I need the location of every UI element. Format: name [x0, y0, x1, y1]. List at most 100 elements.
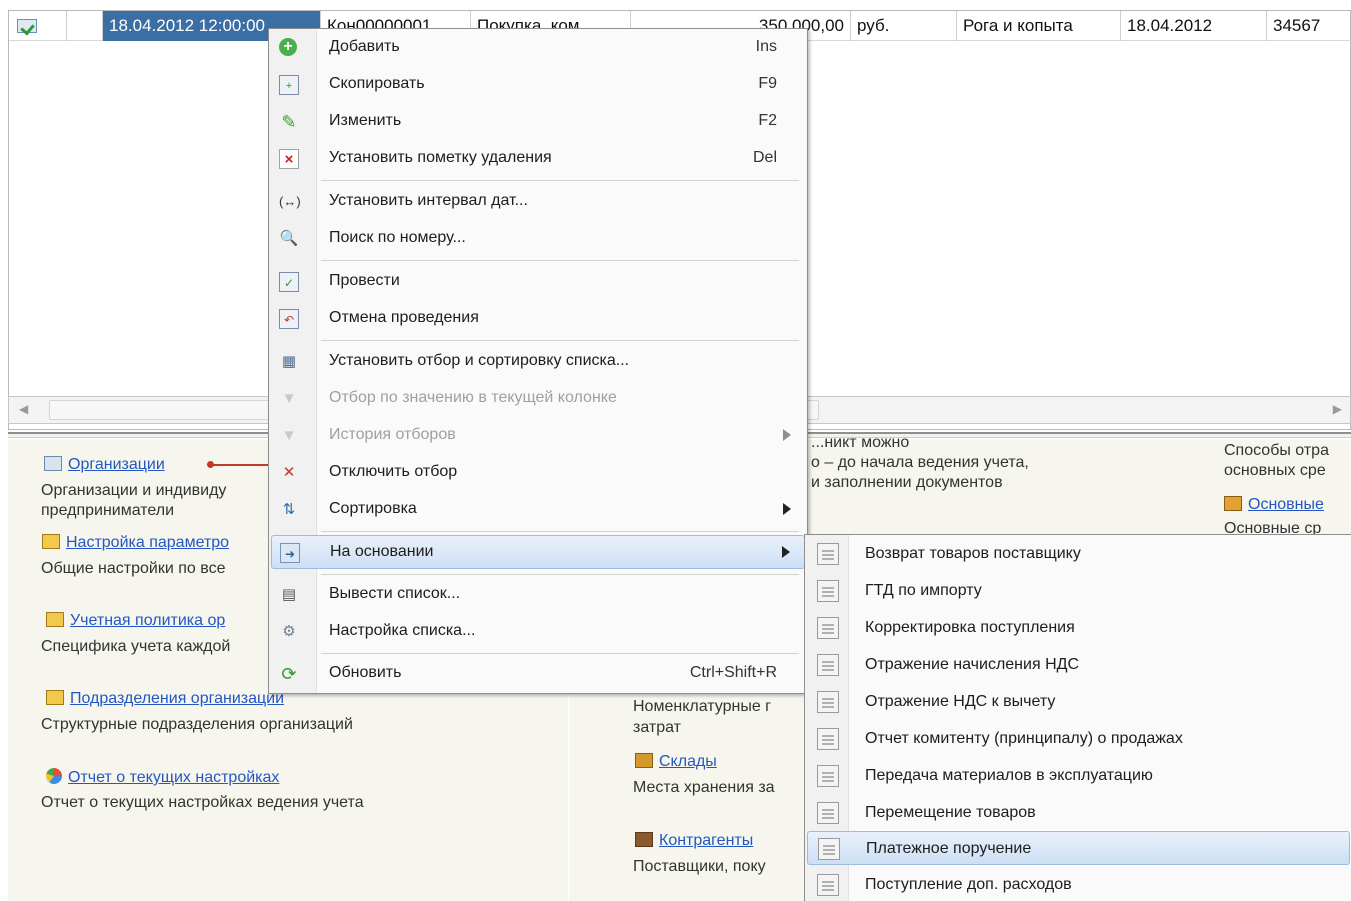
document-icon — [817, 874, 839, 896]
assets-link[interactable]: Основные — [1224, 496, 1324, 514]
context-menu[interactable]: + Добавить Ins + Скопировать F9 ✎ Измени… — [268, 28, 808, 694]
book-icon — [42, 534, 60, 549]
screen: 18.04.2012 12:00:00 Кон00000001 Покупка,… — [0, 0, 1351, 901]
menu-item-label: Установить отбор и сортировку списка... — [329, 352, 630, 369]
menu-item-label: На основании — [330, 543, 434, 560]
menu-item-shortcut: Ins — [755, 38, 777, 55]
contractors-desc: Поставщики, поку — [633, 858, 766, 875]
red-pointer-arrow — [207, 461, 275, 468]
menu-item-sort[interactable]: ⇅ Сортировка — [271, 493, 805, 527]
contractors-link[interactable]: Контрагенты — [635, 832, 753, 850]
menu-item-date-range[interactable]: (↔) Установить интервал дат... — [271, 185, 805, 219]
scroll-right-icon[interactable]: ▶ — [1333, 402, 1342, 416]
document-icon — [817, 654, 839, 676]
organizations-desc-2: предприниматели — [41, 502, 175, 519]
menu-item-list-settings[interactable]: ⚙ Настройка списка... — [271, 615, 805, 649]
menu-item-label: Провести — [329, 272, 400, 289]
submenu-item-payment-order[interactable]: Платежное поручение — [807, 831, 1350, 865]
column2-clipped-text: ...никт можно — [811, 434, 910, 451]
date-range-icon: (↔) — [279, 194, 301, 209]
menu-item-post[interactable]: ✓ Провести — [271, 265, 805, 299]
based-on-submenu[interactable]: Возврат товаров поставщику ГТД по импорт… — [804, 534, 1351, 901]
menu-item-shortcut: F9 — [758, 75, 777, 92]
document-icon — [817, 802, 839, 824]
menu-item-unpost[interactable]: ↶ Отмена проведения — [271, 302, 805, 336]
column2-line-1: о – до начала ведения учета, — [811, 454, 1029, 471]
column3-line-1: Способы отра — [1224, 442, 1329, 459]
scroll-left-icon[interactable]: ◀ — [19, 402, 28, 416]
briefcase-icon — [635, 832, 653, 847]
menu-item-filter-off[interactable]: ✕ Отключить отбор — [271, 456, 805, 490]
menu-item-copy[interactable]: + Скопировать F9 — [271, 68, 805, 102]
menu-item-search-number[interactable]: 🔍 Поиск по номеру... — [271, 222, 805, 256]
menu-separator — [321, 260, 799, 261]
submenu-item-goods-movement[interactable]: Перемещение товаров — [807, 796, 1350, 830]
params-link[interactable]: Настройка параметро — [42, 534, 229, 552]
submenu-item-label: Передача материалов в эксплуатацию — [865, 767, 1153, 784]
pie-chart-icon — [46, 768, 62, 784]
incoming-date-cell[interactable]: 18.04.2012 — [1121, 11, 1267, 41]
menu-item-print-list[interactable]: ▤ Вывести список... — [271, 578, 805, 612]
organizations-desc: Организации и индивиду — [41, 482, 227, 499]
submenu-item-label: Отчет комитенту (принципалу) о продажах — [865, 730, 1183, 747]
filter-value-icon: ▼ — [281, 390, 297, 407]
currency-cell[interactable]: руб. — [851, 11, 957, 41]
copy-icon: + — [279, 75, 299, 95]
report-link[interactable]: Отчет о текущих настройках — [46, 768, 279, 787]
book-icon — [46, 612, 64, 627]
menu-separator — [321, 180, 799, 181]
menu-item-label: Отбор по значению в текущей колонке — [329, 389, 617, 406]
menu-separator — [321, 340, 799, 341]
column3-line-2: основных сре — [1224, 462, 1326, 479]
menu-item-based-on[interactable]: ➜ На основании — [271, 535, 805, 569]
menu-item-mark-delete[interactable]: × Установить пометку удаления Del — [271, 142, 805, 176]
menu-item-add[interactable]: + Добавить Ins — [271, 31, 805, 65]
menu-item-filter-by-value: ▼ Отбор по значению в текущей колонке — [271, 382, 805, 416]
row-flag-cell — [67, 11, 103, 41]
menu-item-label: Установить интервал дат... — [329, 192, 528, 209]
based-on-icon: ➜ — [280, 543, 300, 563]
menu-item-label: Сортировка — [329, 500, 417, 517]
menu-separator — [321, 653, 799, 654]
submenu-item-import-declaration[interactable]: ГТД по импорту — [807, 574, 1350, 608]
params-desc: Общие настройки по все — [41, 560, 226, 577]
filter-off-icon: ✕ — [282, 464, 296, 481]
refresh-icon: ⟳ — [281, 664, 297, 684]
submenu-item-label: ГТД по импорту — [865, 582, 982, 599]
submenu-item-receipt-adjustment[interactable]: Корректировка поступления — [807, 611, 1350, 645]
submenu-item-label: Отражение начисления НДС — [865, 656, 1080, 673]
menu-item-refresh[interactable]: ⟳ Обновить Ctrl+Shift+R — [271, 657, 805, 691]
menu-item-filter-sort[interactable]: ▦ Установить отбор и сортировку списка..… — [271, 345, 805, 379]
menu-item-label: Отмена проведения — [329, 309, 479, 326]
menu-item-edit[interactable]: ✎ Изменить F2 — [271, 105, 805, 139]
menu-item-label: История отборов — [329, 426, 456, 443]
submenu-item-vat-deduction[interactable]: Отражение НДС к вычету — [807, 685, 1350, 719]
truck-icon — [1224, 496, 1242, 511]
menu-item-label: Добавить — [329, 38, 400, 55]
submenu-arrow-icon — [783, 503, 791, 515]
policy-desc: Специфика учета каждой — [41, 638, 231, 655]
submenu-item-vat-accrual[interactable]: Отражение начисления НДС — [807, 648, 1350, 682]
submenu-item-materials-transfer[interactable]: Передача материалов в эксплуатацию — [807, 759, 1350, 793]
menu-item-shortcut: F2 — [758, 112, 777, 129]
menu-item-shortcut: Ctrl+Shift+R — [689, 664, 777, 681]
document-icon — [817, 691, 839, 713]
submenu-item-supplier-return[interactable]: Возврат товаров поставщику — [807, 537, 1350, 571]
incoming-number-cell[interactable]: 34567 — [1267, 11, 1351, 41]
submenu-item-label: Поступление доп. расходов — [865, 876, 1072, 893]
menu-item-label: Вывести список... — [329, 585, 461, 602]
menu-separator — [321, 574, 799, 575]
warehouses-link[interactable]: Склады — [635, 753, 717, 771]
submenu-item-extra-expenses[interactable]: Поступление доп. расходов — [807, 868, 1350, 901]
organization-icon — [44, 456, 62, 471]
policy-link[interactable]: Учетная политика ор — [46, 612, 225, 630]
column2-line-2: и заполнении документов — [811, 474, 1003, 491]
divisions-link[interactable]: Подразделения организаций — [46, 690, 284, 708]
submenu-item-principal-report[interactable]: Отчет комитенту (принципалу) о продажах — [807, 722, 1350, 756]
organizations-link[interactable]: Организации — [44, 456, 165, 474]
submenu-item-label: Перемещение товаров — [865, 804, 1036, 821]
filter-history-icon: ▼ — [281, 427, 297, 444]
counterparty-cell[interactable]: Рога и копыта — [957, 11, 1121, 41]
post-document-icon: ✓ — [279, 272, 299, 292]
submenu-item-label: Отражение НДС к вычету — [865, 693, 1056, 710]
